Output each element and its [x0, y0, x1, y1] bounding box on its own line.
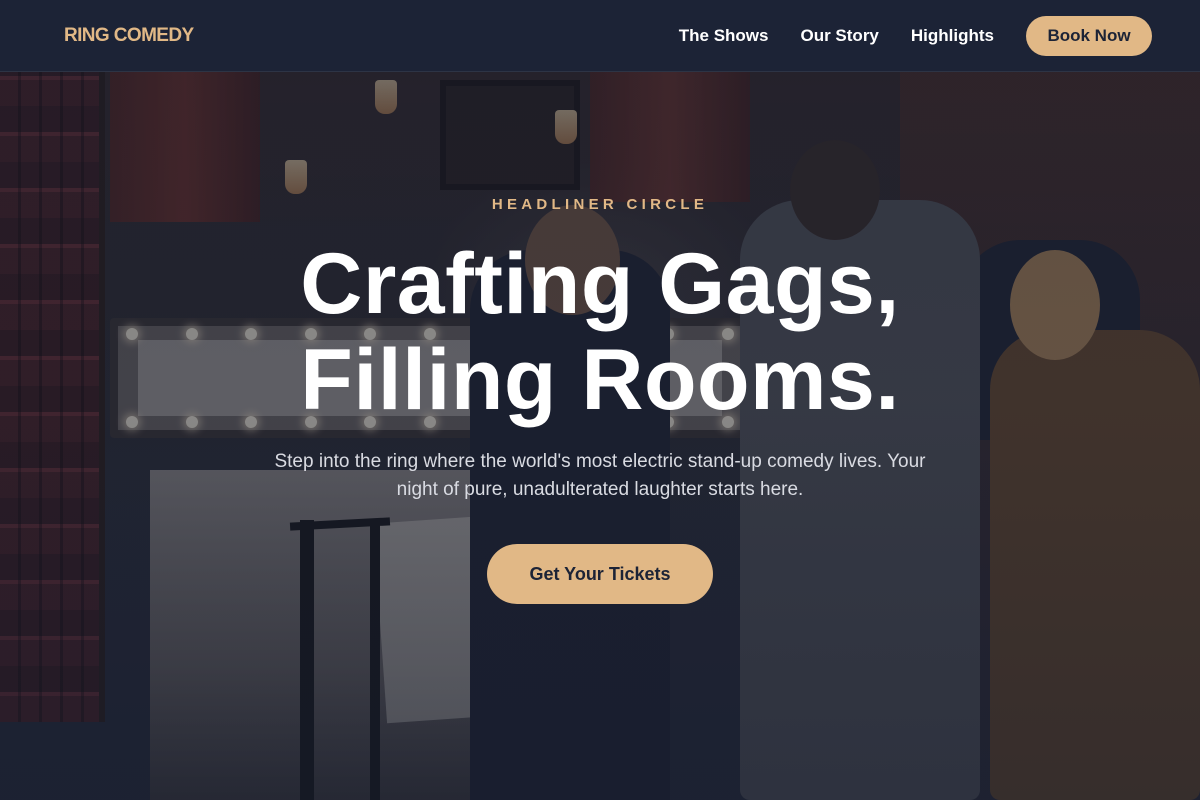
nav-link-highlights[interactable]: Highlights — [911, 26, 994, 46]
hero-content: HEADLINER CIRCLE Crafting Gags, Filling … — [0, 72, 1200, 800]
nav-links: The Shows Our Story Highlights Book Now — [679, 15, 1152, 56]
hero-headline: Crafting Gags, Filling Rooms. — [0, 236, 1200, 428]
top-navigation: RING COMEDY The Shows Our Story Highligh… — [0, 0, 1200, 72]
brand-logo[interactable]: RING COMEDY — [64, 25, 194, 47]
hero-headline-line-2: Filling Rooms. — [300, 332, 900, 428]
book-now-button[interactable]: Book Now — [1026, 15, 1152, 56]
hero-subtitle: Step into the ring where the world's mos… — [274, 451, 926, 500]
hero-eyebrow: HEADLINER CIRCLE — [491, 196, 709, 213]
get-tickets-button[interactable]: Get Your Tickets — [487, 544, 713, 604]
nav-link-the-shows[interactable]: The Shows — [679, 26, 769, 46]
hero-headline-line-1: Crafting Gags, — [300, 236, 900, 332]
nav-link-our-story[interactable]: Our Story — [800, 26, 878, 46]
